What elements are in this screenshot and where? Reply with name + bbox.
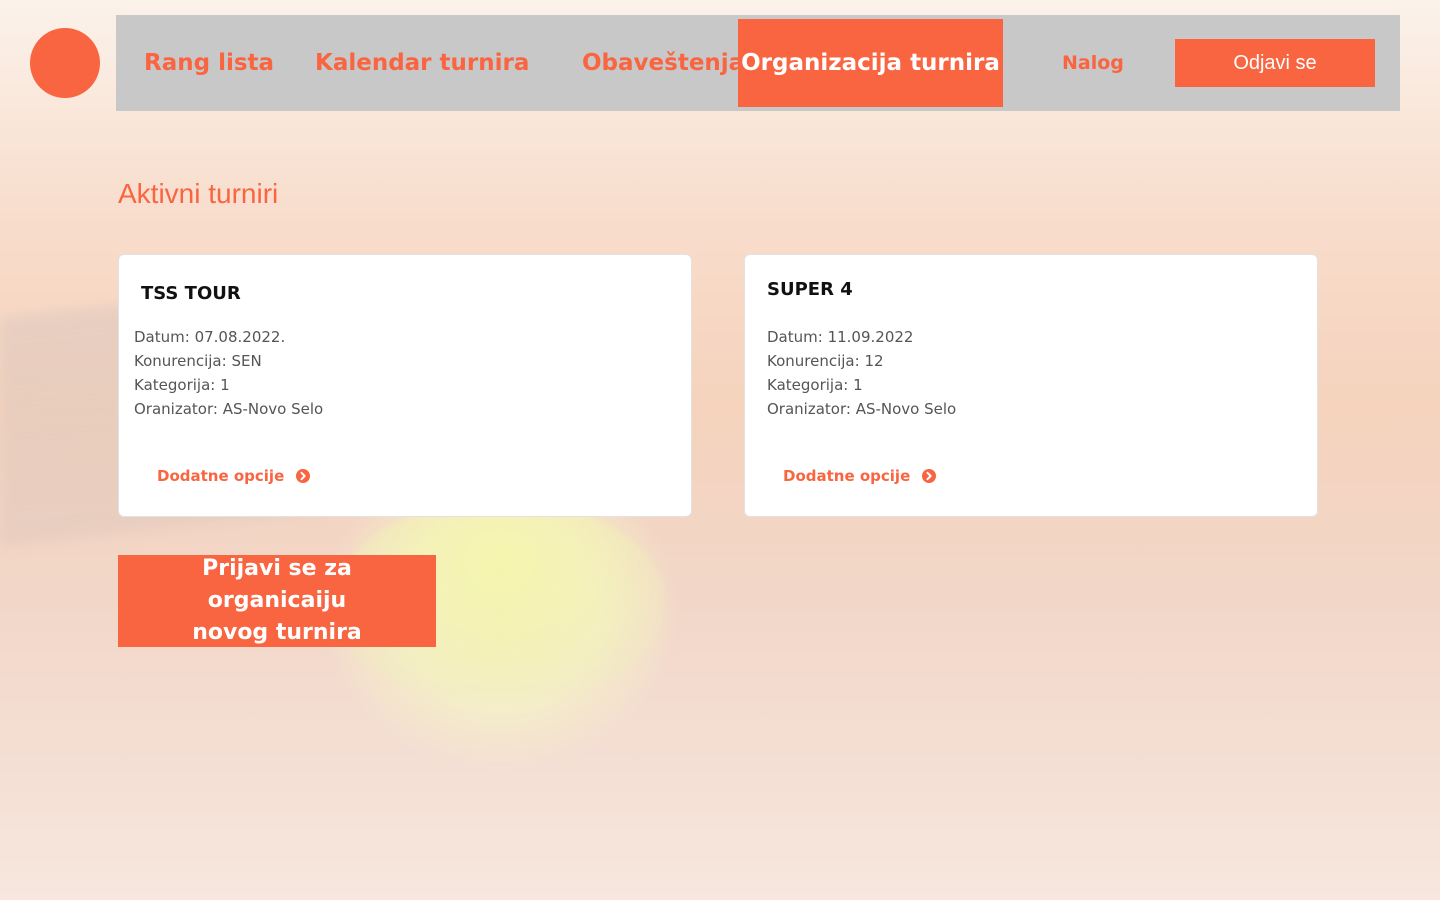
nav-item-obavestenja[interactable]: Obaveštenja (582, 15, 744, 111)
tournament-name: TSS TOUR (141, 283, 241, 304)
cta-label-line2: novog turnira (192, 620, 362, 645)
tournament-card: TSS TOUR Datum: 07.08.2022. Konurencija:… (118, 254, 692, 517)
nav-item-nalog[interactable]: Nalog (1062, 15, 1124, 111)
tournament-organizer: Oranizator: AS-Novo Selo (767, 400, 957, 418)
tournament-category: Kategorija: 1 (134, 376, 230, 394)
logo[interactable] (30, 28, 100, 98)
nav-item-kalendar-turnira[interactable]: Kalendar turnira (315, 15, 529, 111)
logout-button[interactable]: Odjavi se (1175, 39, 1375, 87)
tournament-competition: Konurencija: 12 (767, 352, 884, 370)
chevron-right-circle-icon (296, 469, 311, 483)
more-options-label: Dodatne opcije (783, 467, 911, 485)
page-title: Aktivni turniri (118, 178, 279, 209)
main-navbar: Rang lista Kalendar turnira Obaveštenja … (116, 15, 1400, 111)
nav-item-organizacija-turnira[interactable]: Organizacija turnira (738, 19, 1003, 107)
tournament-card: SUPER 4 Datum: 11.09.2022 Konurencija: 1… (744, 254, 1318, 517)
apply-organize-tournament-button[interactable]: Prijavi se za organicaiju novog turnira (118, 555, 436, 647)
tournament-competition: Konurencija: SEN (134, 352, 262, 370)
more-options-link[interactable]: Dodatne opcije (157, 467, 311, 485)
tournament-organizer: Oranizator: AS-Novo Selo (134, 400, 324, 418)
cta-label: Prijavi se za organicaiju novog turnira (138, 553, 416, 649)
more-options-link[interactable]: Dodatne opcije (783, 467, 937, 485)
tournament-category: Kategorija: 1 (767, 376, 863, 394)
nav-item-rang-lista[interactable]: Rang lista (144, 15, 274, 111)
more-options-label: Dodatne opcije (157, 467, 285, 485)
tournament-date: Datum: 11.09.2022 (767, 328, 914, 346)
tournament-details: Datum: 07.08.2022. Konurencija: SEN Kate… (134, 325, 323, 421)
tournament-details: Datum: 11.09.2022 Konurencija: 12 Katego… (767, 325, 956, 421)
cta-label-line1: Prijavi se za organicaiju (202, 556, 352, 613)
tournament-date: Datum: 07.08.2022. (134, 328, 286, 346)
chevron-right-circle-icon (922, 469, 937, 483)
tournament-name: SUPER 4 (767, 279, 853, 300)
